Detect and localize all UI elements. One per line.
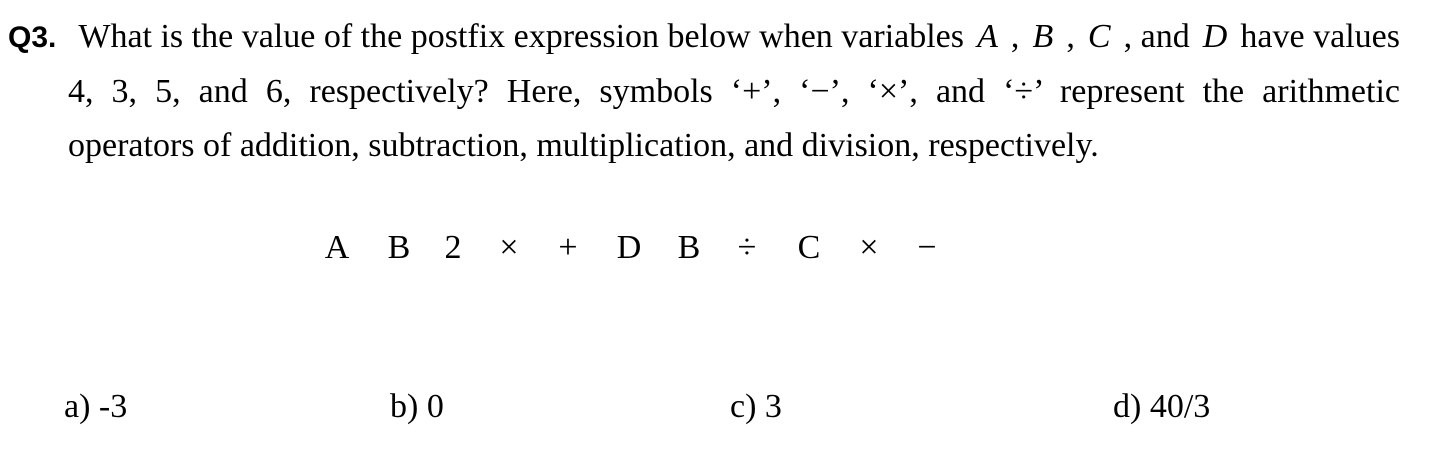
var-c: C (1087, 18, 1111, 55)
choice-b[interactable]: b) 0 (390, 388, 444, 426)
answer-choices: a) -3 b) 0 c) 3 d) 40/3 (0, 388, 1450, 438)
expr-token: 2 (444, 229, 462, 266)
question-line-3: operators of addition, subtraction, mult… (68, 127, 1099, 164)
expr-token: − (917, 229, 937, 266)
question-block: Q3. What is the value of the postfix exp… (8, 10, 1400, 173)
expr-token: B (387, 229, 411, 266)
expr-token: A (324, 229, 350, 266)
expr-token: × (859, 229, 879, 266)
expr-token: D (616, 229, 642, 266)
sep-1: , (1010, 18, 1020, 55)
expr-token: C (797, 229, 821, 266)
sep-2: , (1066, 18, 1075, 55)
expr-token: ÷ (737, 229, 757, 266)
postfix-expression: A B 2 × + D B ÷ C × − (322, 226, 938, 270)
var-b: B (1032, 18, 1054, 55)
question-text-before: What is the value of the postfix express… (78, 18, 965, 55)
choice-a[interactable]: a) -3 (64, 388, 127, 426)
choice-c[interactable]: c) 3 (730, 388, 782, 426)
choice-d[interactable]: d) 40/3 (1113, 388, 1210, 426)
expr-token: B (677, 229, 701, 266)
question-line-1-left: Q3. What is the value of the postfix exp… (8, 10, 964, 65)
sep-3: , and (1123, 18, 1190, 55)
question-line-2: 4, 3, 5, and 6, respectively? Here, symb… (68, 73, 1400, 110)
expr-token: × (499, 229, 519, 266)
question-line-1: Q3. What is the value of the postfix exp… (8, 10, 1400, 65)
var-a: A (977, 18, 998, 55)
expr-token: + (558, 229, 578, 266)
question-number: Q3. (8, 21, 57, 54)
question-text-after: have values (1240, 18, 1400, 55)
var-d: D (1202, 18, 1228, 55)
